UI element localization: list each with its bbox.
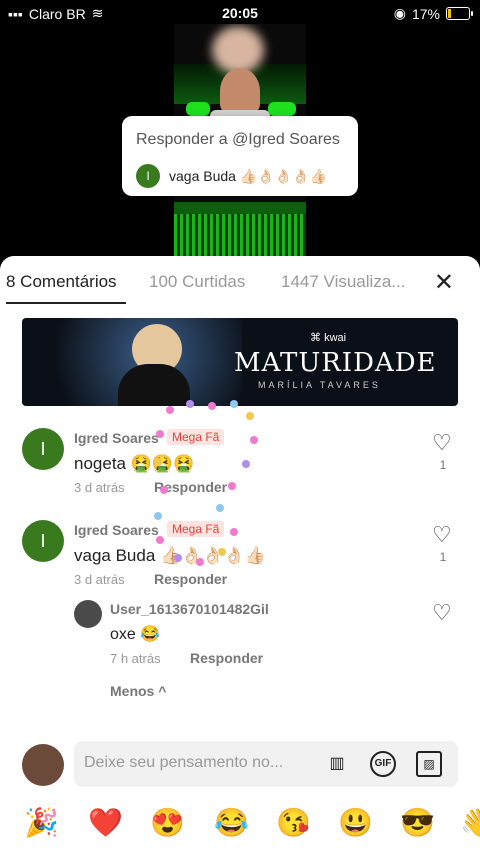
emoji-button[interactable]: 😃 bbox=[338, 806, 373, 839]
emoji-button[interactable]: 🎉 bbox=[24, 806, 59, 839]
gif-button[interactable]: GIF bbox=[370, 751, 396, 777]
reply-popup-text: vaga Buda 👍🏻👌🏻👌🏻👌🏻👍🏻 bbox=[169, 168, 327, 185]
close-icon[interactable]: ✕ bbox=[434, 268, 454, 297]
reply-button[interactable]: Responder bbox=[190, 650, 263, 666]
comment-input-placeholder: Deixe seu pensamento no... bbox=[84, 754, 284, 771]
green-people-icon bbox=[268, 102, 296, 116]
status-bar: ▪▪▪ Claro BR ≋ 20:05 ◉ 17% bbox=[0, 0, 480, 26]
presenter-figure bbox=[220, 68, 260, 114]
comment-time: 7 h atrás bbox=[110, 651, 161, 666]
comment-text: nogeta 🤮🤮🤮 bbox=[74, 454, 195, 473]
active-tab-indicator bbox=[6, 302, 126, 304]
banner-subtitle: MARÍLIA TAVARES bbox=[258, 380, 381, 390]
tab-comments[interactable]: 8 Comentários bbox=[6, 272, 117, 292]
comment-time: 3 d atrás bbox=[74, 480, 125, 495]
comment-input[interactable]: Deixe seu pensamento no... ▥ GIF ▨ bbox=[74, 741, 458, 787]
mega-fan-badge: Mega Fã bbox=[167, 521, 225, 537]
reply-popup[interactable]: Responder a @Igred Soares I vaga Buda 👍🏻… bbox=[122, 116, 358, 196]
emoji-button[interactable]: 😎 bbox=[400, 806, 435, 839]
banner-title: MATURIDADE bbox=[234, 348, 437, 378]
orientation-lock-icon: ◉ bbox=[393, 5, 406, 21]
current-user-avatar[interactable] bbox=[22, 744, 64, 786]
like-count: 1 bbox=[439, 550, 447, 564]
reply-popup-title: Responder a @Igred Soares bbox=[136, 131, 340, 148]
green-piano-bars bbox=[174, 214, 306, 260]
reply-popup-comment: vaga Buda bbox=[169, 168, 236, 184]
kwai-logo: ⌘ kwai bbox=[310, 332, 347, 344]
battery-icon bbox=[446, 7, 473, 20]
ad-banner[interactable]: ⌘ kwai MATURIDADE MARÍLIA TAVARES bbox=[22, 318, 458, 406]
chart-icon[interactable]: ▥ bbox=[324, 751, 350, 777]
reply-popup-emojis: 👍🏻👌🏻👌🏻👌🏻👍🏻 bbox=[239, 168, 328, 184]
reply-button[interactable]: Responder bbox=[154, 479, 227, 495]
battery-percent: 17% bbox=[411, 5, 440, 22]
comment-time: 3 d atrás bbox=[74, 572, 125, 587]
reply-button[interactable]: Responder bbox=[154, 571, 227, 587]
heart-icon[interactable]: ♡ bbox=[432, 600, 452, 626]
emoji-button[interactable]: 😘 bbox=[276, 806, 311, 839]
comment-text: oxe 😂 bbox=[110, 626, 161, 643]
like-count: 1 bbox=[439, 458, 447, 472]
collapse-replies-button[interactable]: Menos ^ bbox=[110, 683, 166, 699]
emoji-button[interactable]: 😂 bbox=[214, 806, 249, 839]
emoji-bar: 🎉 ❤️ 😍 😂 😘 😃 😎 👋 bbox=[0, 806, 480, 846]
avatar[interactable] bbox=[74, 600, 102, 628]
comment-author[interactable]: Igred Soares bbox=[74, 522, 159, 538]
emoji-button[interactable]: ❤️ bbox=[88, 806, 123, 839]
avatar: I bbox=[136, 164, 160, 188]
tab-likes[interactable]: 100 Curtidas bbox=[149, 272, 245, 292]
comment-author[interactable]: Igred Soares bbox=[74, 430, 159, 446]
tab-views[interactable]: 1447 Visualiza... bbox=[281, 272, 405, 292]
comment-text: vaga Buda 👍🏻👌🏻👌🏻👌🏻👍🏻 bbox=[74, 546, 266, 565]
emoji-button[interactable]: 😍 bbox=[150, 806, 185, 839]
image-icon[interactable]: ▨ bbox=[416, 751, 442, 777]
emoji-button[interactable]: 👋 bbox=[460, 806, 480, 839]
heart-icon[interactable]: ♡ bbox=[432, 430, 452, 456]
blurred-face bbox=[212, 26, 264, 74]
mega-fan-badge: Mega Fã bbox=[167, 429, 225, 445]
tab-bar: 8 Comentários 100 Curtidas 1447 Visualiz… bbox=[0, 256, 480, 306]
banner-brand: kwai bbox=[324, 332, 347, 344]
comment-author[interactable]: User_1613670101482Gil bbox=[110, 601, 269, 617]
green-robot-icon bbox=[186, 102, 210, 116]
avatar[interactable]: I bbox=[22, 428, 64, 470]
heart-icon[interactable]: ♡ bbox=[432, 522, 452, 548]
avatar[interactable]: I bbox=[22, 520, 64, 562]
